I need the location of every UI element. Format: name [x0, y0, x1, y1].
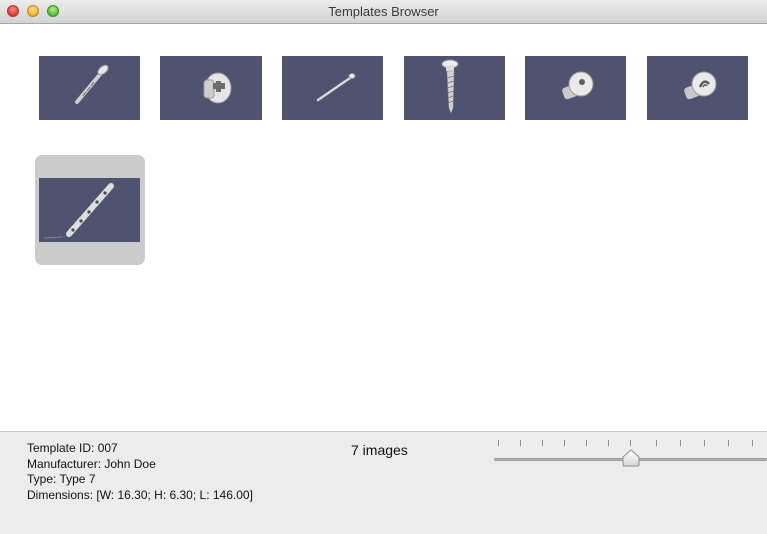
panhead-screw-image [441, 59, 459, 114]
thumbnail-1[interactable] [39, 56, 140, 120]
slider-tick [586, 440, 587, 446]
slider-tick [520, 440, 521, 446]
screw-image [75, 64, 109, 104]
slider-knob[interactable] [621, 449, 641, 467]
slider-tick [680, 440, 681, 446]
template-info: Template ID: 007 Manufacturer: John Doe … [27, 441, 253, 503]
thumbnail-grid [0, 24, 767, 431]
pin-image [316, 73, 356, 102]
socket-bolt-image [684, 71, 717, 100]
window-title: Templates Browser [328, 4, 439, 19]
slider-tick [498, 440, 499, 446]
thumbnail-4[interactable] [404, 56, 505, 120]
round-bolt-image [562, 71, 594, 100]
slider-tick [630, 440, 631, 446]
slider-tick [608, 440, 609, 446]
thumbnail-3[interactable] [282, 56, 383, 120]
zoom-slider[interactable] [494, 440, 767, 470]
thumbnail-2[interactable] [160, 56, 262, 120]
details-panel: Template ID: 007 Manufacturer: John Doe … [0, 431, 767, 534]
bolt-image [203, 72, 232, 104]
image-count: 7 images [351, 442, 408, 458]
thumbnail-7[interactable] [39, 178, 140, 242]
rail-strip-image [43, 183, 114, 239]
slider-tick [728, 440, 729, 446]
slider-tick [704, 440, 705, 446]
manufacturer: Manufacturer: John Doe [27, 456, 156, 471]
template-type: Type: Type 7 [27, 472, 96, 486]
title-bar: Templates Browser [0, 0, 767, 24]
slider-tick [542, 440, 543, 446]
template-id: Template ID: 007 [27, 441, 118, 455]
dimensions: Dimensions: [W: 16.30; H: 6.30; L: 146.0… [27, 487, 253, 502]
slider-tick [752, 440, 753, 446]
slider-tick [564, 440, 565, 446]
thumbnail-6[interactable] [647, 56, 748, 120]
thumbnail-5[interactable] [525, 56, 626, 120]
slider-tick [656, 440, 657, 446]
